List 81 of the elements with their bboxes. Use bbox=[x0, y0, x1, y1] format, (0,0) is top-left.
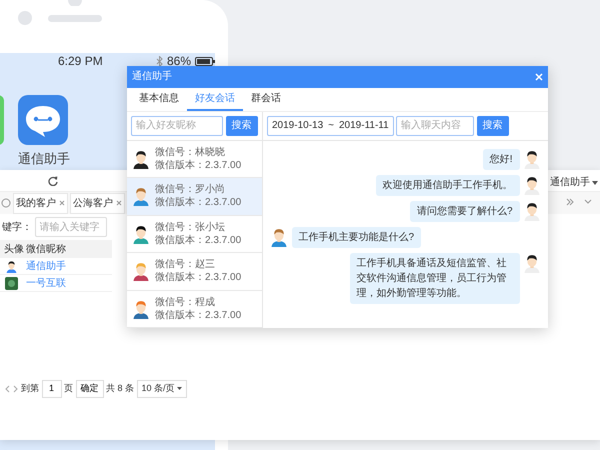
chevron-right-icon bbox=[12, 384, 18, 393]
nickname-link[interactable]: 一号互联 bbox=[26, 276, 66, 290]
avatar-icon bbox=[5, 276, 18, 290]
contact-item[interactable]: 微信号：赵三 微信版本：2.3.7.00 bbox=[127, 253, 262, 291]
goto-label: 到第 bbox=[21, 382, 39, 395]
status-time: 6:29 PM bbox=[58, 53, 103, 70]
wechat-version: 微信版本：2.3.7.00 bbox=[155, 234, 242, 247]
wechat-id: 微信号：罗小尚 bbox=[155, 183, 226, 196]
keyword-field[interactable]: 请输入关键字 bbox=[34, 217, 106, 237]
app-icon bbox=[0, 95, 4, 145]
wechat-version: 微信版本：2.3.7.00 bbox=[155, 158, 242, 172]
filter-label: 键字： bbox=[2, 220, 32, 234]
search-button[interactable]: 搜索 bbox=[226, 116, 258, 136]
avatar-icon bbox=[131, 298, 151, 319]
tab[interactable]: 群会话 bbox=[243, 88, 289, 111]
user-menu[interactable]: 通信助手 bbox=[550, 175, 590, 190]
home-icon bbox=[1, 198, 11, 208]
close-icon bbox=[535, 72, 543, 81]
page-tab[interactable]: 我的客户 bbox=[13, 192, 68, 214]
date-to: 2019-11-11 bbox=[339, 119, 389, 134]
contact-item[interactable]: 微信号：程成 微信版本：2.3.7.00 bbox=[127, 290, 262, 328]
column-header: 微信昵称 bbox=[26, 242, 66, 256]
speaker-icon bbox=[48, 15, 102, 22]
battery-percentage: 86% bbox=[166, 53, 191, 70]
page-size-select[interactable]: 10 条/页 bbox=[136, 380, 188, 398]
bluetooth-icon bbox=[156, 56, 163, 66]
sensor-icon bbox=[68, 0, 82, 6]
wechat-id: 微信号：张小坛 bbox=[155, 220, 226, 234]
avatar-icon bbox=[522, 148, 542, 169]
avatar-icon bbox=[131, 186, 151, 206]
tab-label: 公海客户 bbox=[73, 196, 113, 210]
app-label: 通信助手 bbox=[17, 150, 71, 168]
avatar-icon bbox=[522, 200, 542, 221]
date-range-field[interactable]: 2019-10-13 ~ 2019-11-11 bbox=[267, 116, 394, 136]
refresh-icon bbox=[48, 176, 58, 186]
avatar-icon bbox=[131, 148, 151, 169]
page-field[interactable]: 1 bbox=[42, 380, 62, 398]
close-icon bbox=[59, 200, 65, 206]
battery-icon bbox=[195, 56, 215, 66]
contact-item[interactable]: 微信号：张小坛 微信版本：2.3.7.00 bbox=[127, 216, 262, 254]
avatar-icon bbox=[522, 252, 542, 273]
sensor-icon bbox=[17, 10, 33, 26]
tab[interactable]: 好友会话 bbox=[187, 88, 243, 111]
search-button[interactable]: 搜索 bbox=[476, 116, 509, 136]
wechat-id: 微信号：程成 bbox=[155, 296, 216, 309]
page-tab[interactable]: 公海客户 bbox=[70, 192, 125, 214]
avatar-icon bbox=[131, 224, 151, 244]
message-bubble: 工作手机主要功能是什么? bbox=[292, 226, 422, 248]
wechat-version: 微信版本：2.3.7.00 bbox=[155, 271, 242, 284]
confirm-button[interactable]: 确定 bbox=[76, 380, 104, 398]
contact-item[interactable]: 微信号：罗小尚 微信版本：2.3.7.00 bbox=[127, 178, 262, 216]
wechat-version: 微信版本：2.3.7.00 bbox=[155, 308, 242, 322]
chevron-left-icon bbox=[4, 384, 10, 393]
chat-app-icon bbox=[18, 95, 68, 145]
wechat-id: 微信号：林晓晓 bbox=[155, 146, 226, 159]
wechat-version: 微信版本：2.3.7.00 bbox=[155, 196, 242, 210]
message-bubble: 工作手机具备通话及短信监管、社交软件沟通信息管理，员工行为管理，如外勤管理等功能。 bbox=[350, 252, 520, 304]
chat-search-field[interactable]: 输入聊天内容 bbox=[396, 116, 474, 136]
total-count: 共 8 条 bbox=[106, 382, 134, 395]
tab[interactable]: 基本信息 bbox=[131, 88, 187, 111]
date-from: 2019-10-13 bbox=[272, 119, 324, 134]
chevron-down-icon bbox=[584, 198, 592, 206]
close-icon bbox=[116, 200, 122, 206]
nickname-link[interactable]: 通信助手 bbox=[26, 258, 66, 274]
wechat-id: 微信号：赵三 bbox=[155, 258, 216, 272]
avatar-icon bbox=[5, 260, 18, 272]
column-header: 头像 bbox=[3, 242, 25, 256]
caret-icon bbox=[177, 387, 182, 390]
message-bubble: 您好! bbox=[482, 148, 520, 170]
dialog-title: 通信助手 bbox=[132, 70, 172, 84]
avatar-icon bbox=[522, 174, 542, 195]
caret-icon bbox=[592, 180, 598, 184]
date-separator: ~ bbox=[328, 119, 334, 134]
avatar-icon bbox=[269, 226, 289, 247]
double-chevron-icon bbox=[566, 198, 574, 206]
avatar-icon bbox=[131, 261, 151, 282]
friend-search-field[interactable]: 输入好友昵称 bbox=[131, 116, 223, 136]
message-bubble: 请问您需要了解什么? bbox=[410, 200, 520, 222]
message-bubble: 欢迎使用通信助手工作手机。 bbox=[376, 174, 520, 196]
tab-label: 我的客户 bbox=[16, 196, 56, 210]
page-suffix: 页 bbox=[64, 382, 73, 395]
